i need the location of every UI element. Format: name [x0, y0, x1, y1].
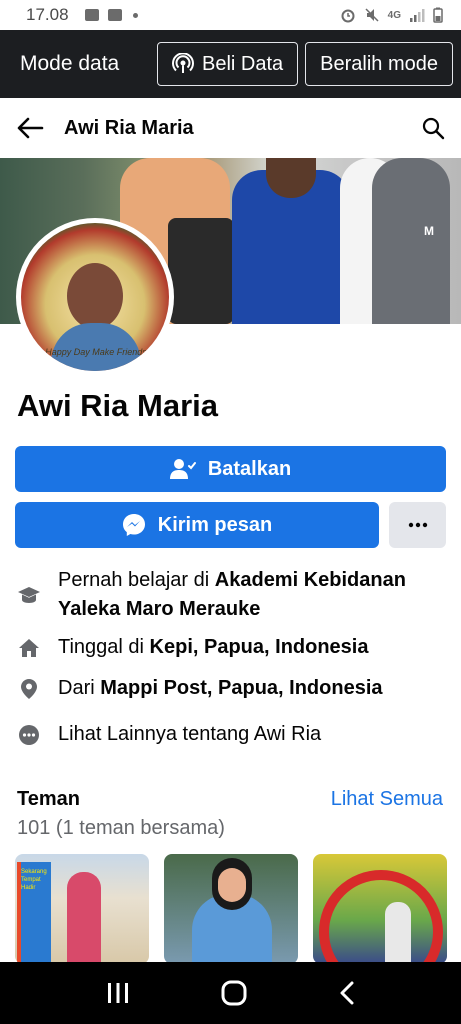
lives-place[interactable]: Kepi, Papua, Indonesia [150, 636, 369, 658]
more-dots-icon [408, 522, 427, 528]
header-title: Awi Ria Maria [64, 116, 194, 139]
recent-apps-icon[interactable] [106, 982, 130, 1004]
news-notification-icon [107, 9, 122, 21]
friends-section-title: Teman [17, 788, 80, 810]
more-notifications-icon [132, 12, 138, 18]
education-text: Pernah belajar di Akademi Kebidanan Yale… [58, 566, 446, 624]
data-mode-title: Mode data [20, 52, 120, 75]
system-nav-bar [0, 962, 461, 1024]
gallery-notification-icon [84, 9, 99, 21]
avatar-photo: Happy Day Make Friends [21, 223, 169, 371]
home-icon [16, 633, 42, 662]
more-options-button[interactable] [389, 502, 446, 548]
profile-header: Awi Ria Maria [0, 98, 461, 158]
messenger-icon [122, 514, 145, 536]
home-button-icon[interactable] [221, 980, 247, 1006]
cancel-request-label: Batalkan [207, 457, 292, 480]
info-from: Dari Mappi Post, Papua, Indonesia [16, 674, 446, 703]
status-time: 17.08 [26, 5, 69, 24]
cover-bag [168, 218, 234, 324]
buy-data-label: Beli Data [202, 52, 284, 75]
cover-shirt-text: M [424, 224, 434, 238]
network-type-label: 4G [387, 9, 401, 21]
back-button-icon[interactable] [339, 981, 355, 1005]
education-prefix: Pernah belajar di [58, 569, 215, 591]
avatar-caption: Happy Day Make Friends [45, 347, 147, 357]
info-education: Pernah belajar di Akademi Kebidanan Yale… [16, 566, 446, 624]
cover-person-4 [372, 158, 450, 324]
friend-thumbnail-2[interactable] [164, 854, 298, 964]
friend-pending-icon [169, 459, 196, 479]
signal-icon [410, 9, 425, 22]
search-icon[interactable] [421, 116, 445, 140]
send-message-label: Kirim pesan [157, 513, 273, 536]
status-bar: 17.08 4G [0, 0, 461, 30]
cancel-request-button[interactable]: Batalkan [15, 446, 446, 492]
alarm-icon [341, 9, 355, 23]
friend-1-person [67, 872, 101, 964]
profile-avatar[interactable]: Happy Day Make Friends [16, 218, 174, 376]
mute-icon [365, 8, 379, 22]
friend-3-arc [319, 870, 443, 964]
lives-in-text: Tinggal di Kepi, Papua, Indonesia [58, 633, 368, 662]
graduation-cap-icon [16, 580, 42, 609]
lives-prefix: Tinggal di [58, 636, 150, 658]
friend-3-child [385, 902, 411, 964]
info-lives-in: Tinggal di Kepi, Papua, Indonesia [16, 633, 446, 662]
from-text: Dari Mappi Post, Papua, Indonesia [58, 674, 383, 703]
switch-mode-button[interactable]: Beralih mode [305, 42, 453, 86]
data-mode-bar: Mode data Beli Data Beralih mode [0, 30, 461, 98]
friend-1-sign-text: Sekarang Tempat Hadir [21, 869, 47, 891]
buy-data-button[interactable]: Beli Data [157, 42, 299, 86]
see-all-friends-link[interactable]: Lihat Semua [331, 788, 443, 811]
location-pin-icon [16, 674, 42, 703]
friend-2-face [218, 868, 246, 902]
see-more-about[interactable]: Lihat Lainnya tentang Awi Ria [16, 720, 446, 749]
switch-mode-label: Beralih mode [320, 52, 438, 75]
friend-thumbnail-1[interactable]: Sekarang Tempat Hadir [15, 854, 149, 964]
friend-thumbnail-3[interactable] [313, 854, 447, 964]
battery-icon [433, 7, 443, 23]
more-circle-icon [16, 720, 42, 749]
broadcast-icon [172, 53, 194, 73]
status-right: 4G [340, 7, 443, 23]
from-place[interactable]: Mappi Post, Papua, Indonesia [100, 677, 382, 699]
friends-count: 101 (1 teman bersama) [17, 817, 225, 839]
see-more-label: Lihat Lainnya tentang Awi Ria [58, 723, 322, 745]
back-arrow-icon[interactable] [16, 116, 44, 140]
profile-name: Awi Ria Maria [17, 388, 219, 423]
from-prefix: Dari [58, 677, 101, 699]
send-message-button[interactable]: Kirim pesan [15, 502, 379, 548]
avatar-face [67, 263, 123, 329]
